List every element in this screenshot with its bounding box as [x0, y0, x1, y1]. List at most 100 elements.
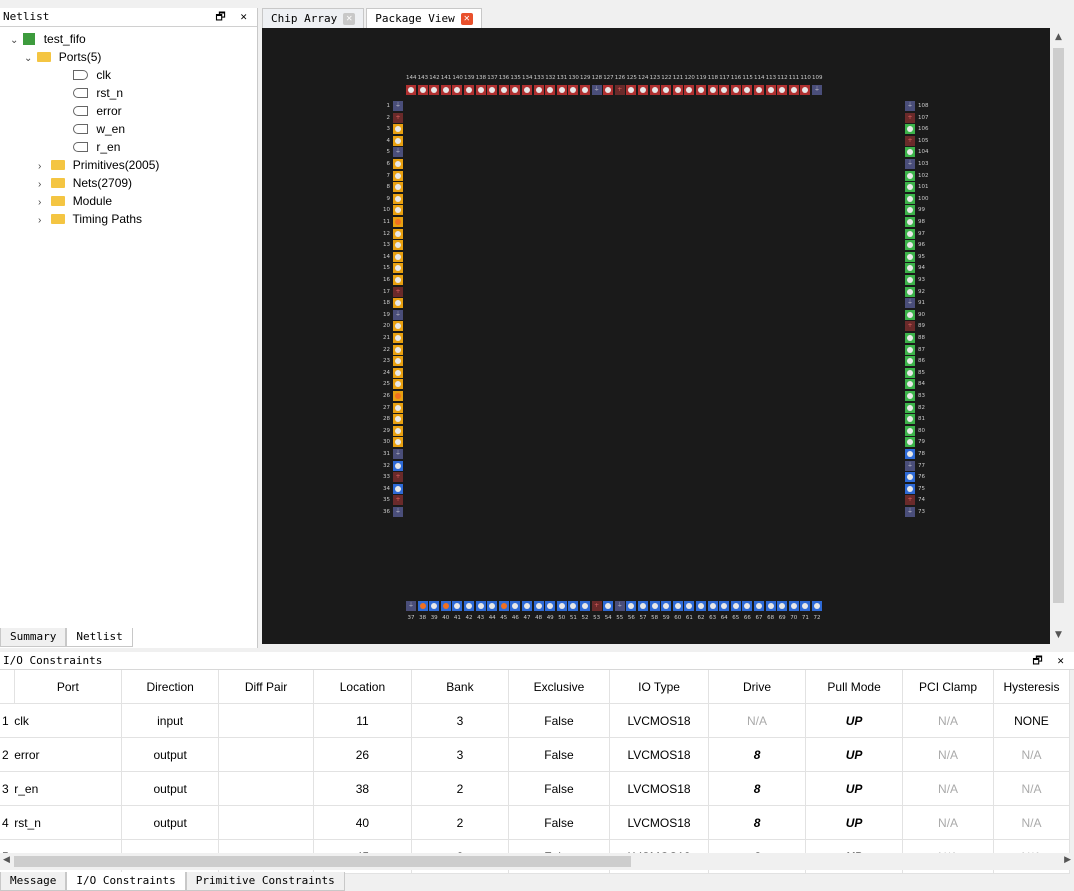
package-pin[interactable]: ⏚ — [614, 601, 625, 611]
tree-folder-nets[interactable]: › Nets(2709) — [38, 174, 132, 192]
cell-pci[interactable]: N/A — [902, 805, 994, 840]
table-row[interactable]: 3 r_en output 38 2 False LVCMOS18 8 UP N/A N/A — [0, 771, 1071, 806]
package-pin[interactable]: + — [905, 135, 915, 146]
cell-pull[interactable]: UP — [805, 805, 904, 840]
package-pin[interactable] — [905, 228, 915, 239]
panel-window-controls[interactable]: 🗗 ✕ — [1032, 652, 1068, 670]
cell-diff[interactable] — [218, 703, 314, 738]
package-pin[interactable] — [393, 402, 403, 413]
package-pin[interactable] — [788, 601, 799, 611]
package-pin[interactable] — [475, 601, 486, 611]
package-pin[interactable] — [393, 321, 403, 332]
package-pin[interactable] — [696, 85, 706, 95]
package-pin[interactable] — [800, 601, 811, 611]
scroll-left-icon[interactable]: ◀ — [3, 855, 10, 865]
package-pin[interactable]: ⏚ — [393, 147, 403, 158]
package-pin[interactable] — [661, 85, 672, 95]
column-header[interactable]: Bank — [411, 670, 509, 704]
tab-message[interactable]: Message — [0, 872, 67, 891]
package-pin[interactable] — [429, 601, 440, 611]
package-pin[interactable] — [568, 85, 579, 95]
cell-diff[interactable] — [218, 805, 314, 840]
package-pin[interactable] — [487, 601, 498, 611]
package-pin[interactable] — [556, 85, 567, 95]
column-header[interactable]: Direction — [121, 670, 220, 704]
cell-drive[interactable]: 8 — [708, 805, 807, 840]
cell-hyst[interactable]: N/A — [993, 805, 1071, 840]
cell-bank[interactable]: 3 — [411, 703, 509, 738]
cell-hyst[interactable]: NONE — [993, 703, 1071, 738]
package-pin[interactable] — [754, 601, 764, 611]
cell-bank[interactable]: 2 — [411, 771, 509, 806]
package-pin[interactable] — [393, 263, 403, 274]
package-pin[interactable] — [464, 85, 474, 95]
cell-pci[interactable]: N/A — [902, 771, 994, 806]
package-pin[interactable] — [626, 85, 637, 95]
cell-direction[interactable]: input — [121, 703, 220, 738]
column-header[interactable]: Hysteresis — [993, 670, 1071, 704]
chevron-down-icon[interactable]: ⌄ — [24, 50, 34, 68]
package-pin[interactable] — [545, 601, 556, 611]
column-header[interactable]: Exclusive — [508, 670, 611, 704]
package-pin[interactable] — [742, 85, 753, 95]
package-pin[interactable]: + — [591, 601, 602, 611]
package-pin[interactable] — [707, 601, 718, 611]
package-pin[interactable] — [440, 601, 451, 611]
tab-netlist[interactable]: Netlist — [66, 628, 133, 647]
package-pin[interactable]: + — [393, 286, 403, 297]
package-pin[interactable] — [905, 263, 915, 274]
cell-exclusive[interactable]: False — [508, 703, 611, 738]
cell-iotype[interactable]: LVCMOS18 — [609, 771, 710, 806]
package-pin[interactable] — [707, 85, 718, 95]
package-pin[interactable] — [905, 217, 915, 227]
package-pin[interactable] — [812, 601, 822, 611]
package-pin[interactable] — [417, 85, 428, 95]
package-pin[interactable]: + — [393, 495, 403, 506]
tab-io-constraints[interactable]: I/O Constraints — [66, 872, 186, 891]
package-pin[interactable] — [905, 275, 915, 285]
package-pin[interactable] — [777, 601, 788, 611]
cell-bank[interactable]: 2 — [411, 805, 509, 840]
cell-iotype[interactable]: LVCMOS18 — [609, 805, 710, 840]
package-pin[interactable] — [905, 472, 915, 483]
package-pin[interactable] — [393, 391, 403, 401]
package-pin[interactable] — [545, 85, 556, 95]
package-pin[interactable] — [905, 437, 915, 448]
cell-pull[interactable]: UP — [805, 737, 904, 772]
package-pin[interactable] — [730, 601, 741, 611]
cell-location[interactable]: 11 — [313, 703, 412, 738]
cell-location[interactable]: 26 — [313, 737, 412, 772]
package-pin[interactable] — [393, 124, 403, 135]
package-pin[interactable] — [754, 85, 764, 95]
column-header[interactable]: PCI Clamp — [902, 670, 994, 704]
package-pin[interactable] — [498, 601, 509, 611]
package-pin[interactable] — [905, 402, 915, 413]
package-pin[interactable] — [730, 85, 741, 95]
column-header[interactable] — [0, 670, 15, 704]
package-pin[interactable] — [533, 601, 544, 611]
cell-direction[interactable]: output — [121, 771, 220, 806]
cell-diff[interactable] — [218, 737, 314, 772]
package-pin[interactable] — [487, 85, 498, 95]
tree-port-clk[interactable]: clk — [73, 66, 111, 84]
cell-location[interactable]: 38 — [313, 771, 412, 806]
cell-exclusive[interactable]: False — [508, 771, 611, 806]
package-pin[interactable] — [905, 391, 915, 401]
package-pin[interactable] — [905, 286, 915, 297]
table-row[interactable]: 2 error output 26 3 False LVCMOS18 8 UP N/A N/A — [0, 737, 1071, 772]
column-header[interactable]: Location — [313, 670, 412, 704]
package-pin[interactable]: ⏚ — [905, 159, 915, 169]
package-pin[interactable] — [440, 85, 451, 95]
package-pin[interactable] — [393, 367, 403, 378]
package-pin[interactable] — [522, 601, 532, 611]
package-pin[interactable] — [719, 85, 730, 95]
cell-direction[interactable]: output — [121, 737, 220, 772]
cell-hyst[interactable]: N/A — [993, 771, 1071, 806]
package-pin[interactable] — [788, 85, 799, 95]
package-pin[interactable] — [522, 85, 532, 95]
package-pin[interactable] — [393, 228, 403, 239]
package-pin[interactable] — [464, 601, 474, 611]
cell-diff[interactable] — [218, 771, 314, 806]
package-pin[interactable] — [719, 601, 730, 611]
package-pin[interactable] — [393, 159, 403, 169]
